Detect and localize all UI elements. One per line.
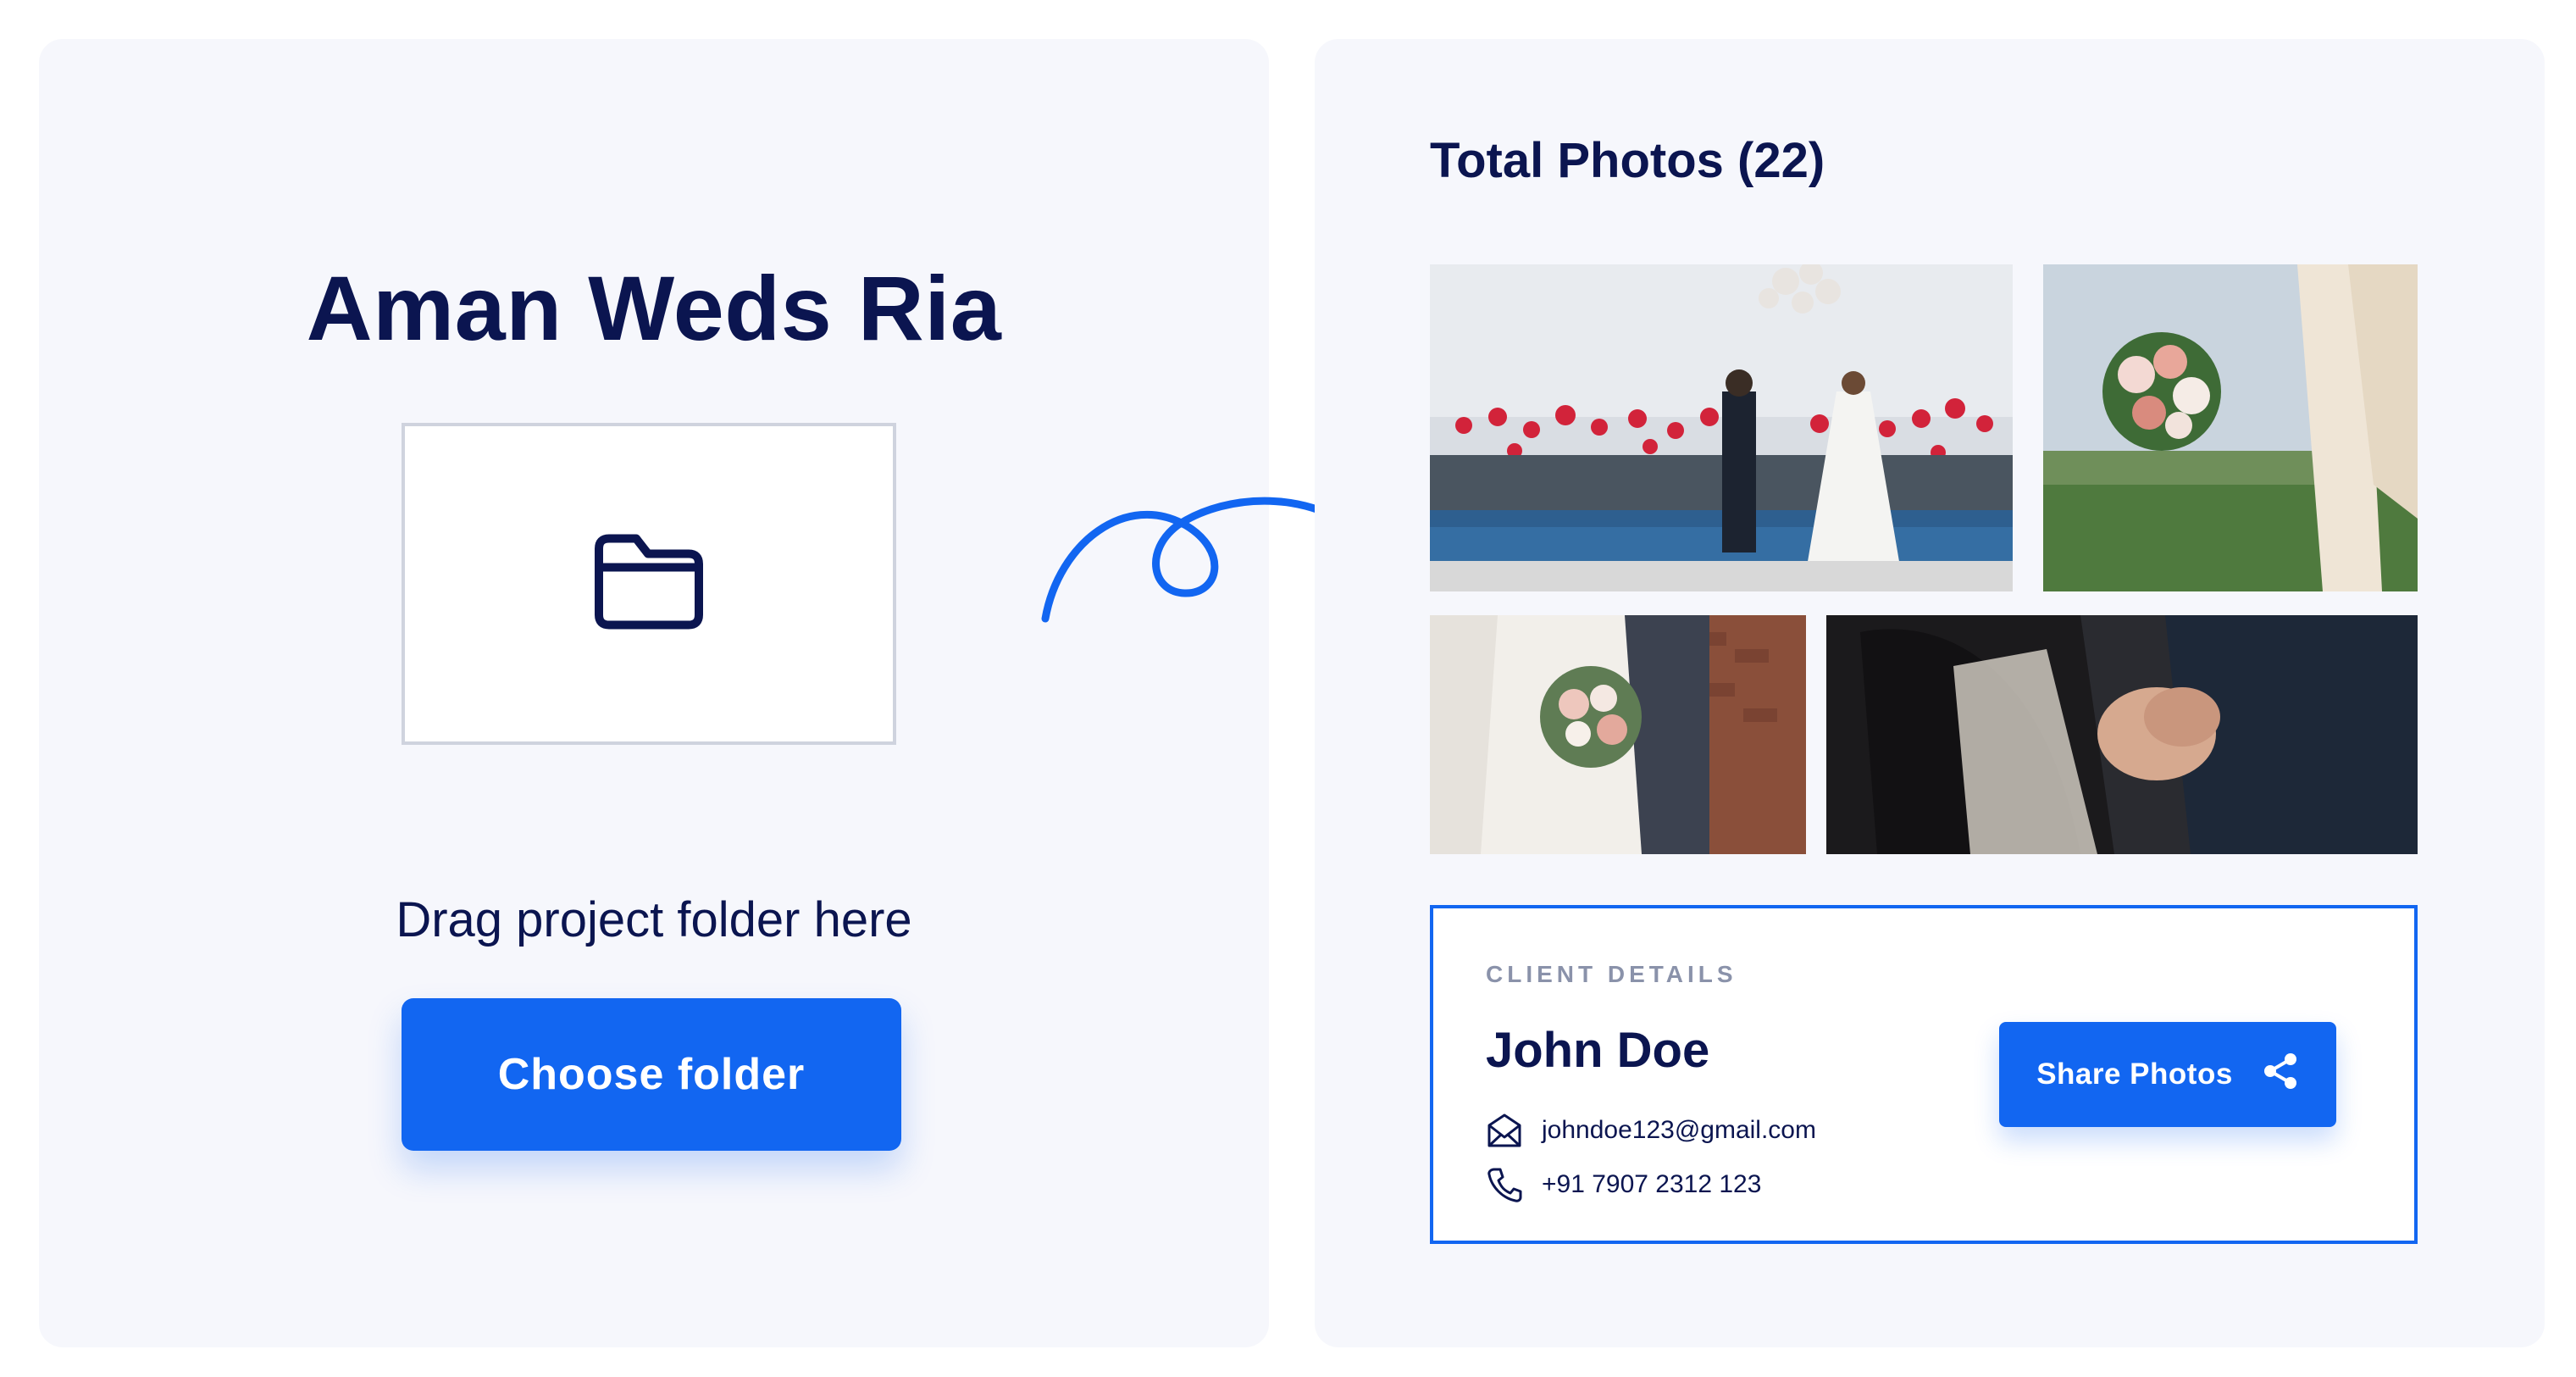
project-title: Aman Weds Ria bbox=[306, 257, 1002, 359]
client-phone[interactable]: +91 7907 2312 123 bbox=[1542, 1170, 1761, 1199]
share-photos-label: Share Photos bbox=[2036, 1058, 2233, 1091]
gallery-panel: Total Photos (22) CLIENT DETAILS John Do… bbox=[1315, 39, 2545, 1347]
client-email[interactable]: johndoe123@gmail.com bbox=[1542, 1116, 1816, 1145]
client-details-card: CLIENT DETAILS John Doe johndoe123@gmail… bbox=[1430, 905, 2418, 1244]
wedding-balloons-photo[interactable] bbox=[1430, 264, 2013, 591]
client-name: John Doe bbox=[1486, 1023, 1710, 1078]
envelope-icon bbox=[1486, 1112, 1523, 1149]
client-email-row: johndoe123@gmail.com bbox=[1486, 1112, 1816, 1149]
client-details-label: CLIENT DETAILS bbox=[1486, 961, 1737, 987]
folder-icon bbox=[592, 532, 706, 636]
drag-instruction: Drag project folder here bbox=[396, 892, 912, 947]
couple-dance-photo[interactable] bbox=[1826, 615, 2418, 854]
couple-bouquet-photo[interactable] bbox=[1430, 615, 1806, 854]
choose-folder-button[interactable]: Choose folder bbox=[402, 998, 901, 1151]
phone-icon bbox=[1486, 1166, 1523, 1203]
client-phone-row: +91 7907 2312 123 bbox=[1486, 1166, 1761, 1203]
folder-drop-zone[interactable] bbox=[402, 423, 896, 745]
share-icon bbox=[2262, 1052, 2299, 1098]
bouquet-arch-photo[interactable] bbox=[2043, 264, 2418, 591]
total-photos-title: Total Photos (22) bbox=[1430, 133, 1825, 188]
upload-panel: Aman Weds Ria Drag project folder here C… bbox=[39, 39, 1269, 1347]
share-photos-button[interactable]: Share Photos bbox=[1999, 1022, 2336, 1127]
